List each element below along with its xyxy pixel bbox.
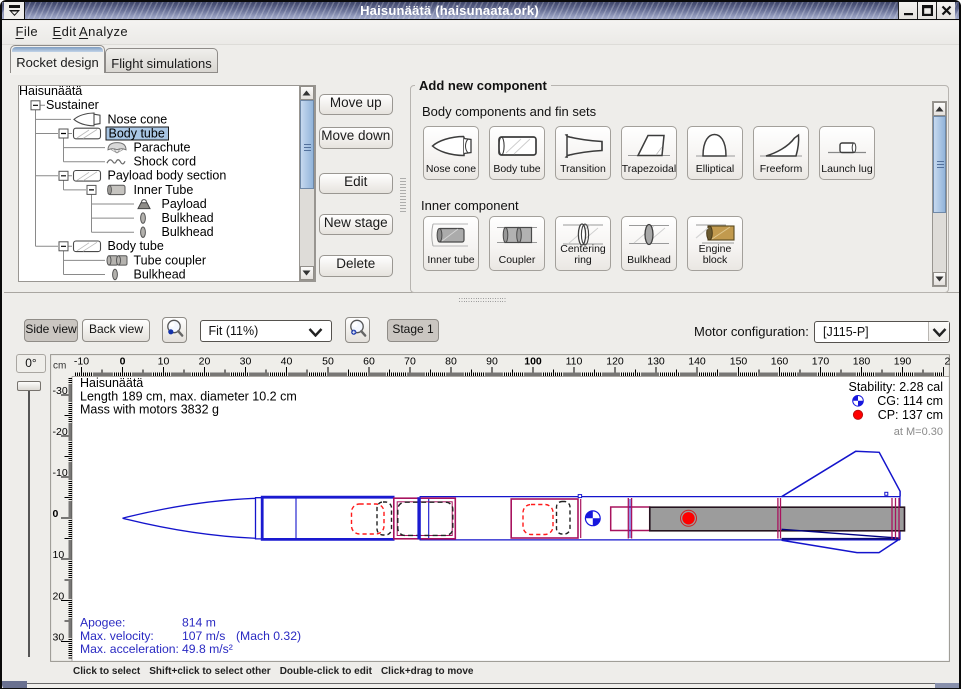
svg-text:Parachute: Parachute xyxy=(134,141,191,155)
svg-text:160: 160 xyxy=(771,356,789,368)
svg-text:814 m: 814 m xyxy=(182,616,216,630)
svg-text:2: 2 xyxy=(945,356,951,368)
svg-text:100: 100 xyxy=(524,356,542,368)
svg-text:Payload: Payload xyxy=(162,197,207,211)
svg-text:120: 120 xyxy=(606,356,624,368)
svg-text:170: 170 xyxy=(812,356,830,368)
svg-text:Bulkhead: Bulkhead xyxy=(162,211,214,225)
svg-text:10: 10 xyxy=(158,356,170,368)
svg-text:Shock cord: Shock cord xyxy=(134,155,197,169)
svg-text:150: 150 xyxy=(730,356,748,368)
svg-text:40: 40 xyxy=(281,356,293,368)
svg-text:Max. acceleration:: Max. acceleration: xyxy=(80,642,179,656)
svg-text:10: 10 xyxy=(53,549,65,561)
svg-text:(Mach 0.32): (Mach 0.32) xyxy=(236,629,301,643)
svg-text:107 m/s: 107 m/s xyxy=(182,629,225,643)
svg-text:CG: 114 cm: CG: 114 cm xyxy=(877,394,943,408)
svg-text:Length 189 cm, max. diameter 1: Length 189 cm, max. diameter 10.2 cm xyxy=(80,389,297,403)
svg-text:30: 30 xyxy=(53,632,65,644)
svg-text:20: 20 xyxy=(199,356,211,368)
svg-text:140: 140 xyxy=(688,356,706,368)
svg-text:Body tube: Body tube xyxy=(108,239,164,253)
svg-text:Nose cone: Nose cone xyxy=(108,112,168,126)
svg-text:70: 70 xyxy=(404,356,416,368)
svg-text:90: 90 xyxy=(486,356,498,368)
svg-text:49.8 m/s²: 49.8 m/s² xyxy=(182,642,233,656)
svg-text:130: 130 xyxy=(647,356,665,368)
svg-text:30: 30 xyxy=(240,356,252,368)
svg-text:80: 80 xyxy=(445,356,457,368)
svg-text:50: 50 xyxy=(322,356,334,368)
svg-text:110: 110 xyxy=(566,356,583,368)
svg-text:60: 60 xyxy=(363,356,375,368)
svg-text:Apogee:: Apogee: xyxy=(80,616,125,630)
svg-text:Haisunäätä: Haisunäätä xyxy=(80,376,143,390)
svg-text:0: 0 xyxy=(120,356,126,368)
svg-text:-20: -20 xyxy=(53,426,68,438)
svg-text:20: 20 xyxy=(53,591,65,603)
svg-text:Stability: 2.28 cal: Stability: 2.28 cal xyxy=(849,380,944,394)
svg-text:Max. velocity:: Max. velocity: xyxy=(80,629,154,643)
svg-text:Body tube: Body tube xyxy=(109,126,165,140)
svg-text:Bulkhead: Bulkhead xyxy=(134,267,186,281)
svg-text:Payload body section: Payload body section xyxy=(108,169,227,183)
svg-text:-10: -10 xyxy=(53,467,68,479)
svg-text:CP: 137 cm: CP: 137 cm xyxy=(878,408,943,422)
svg-text:Bulkhead: Bulkhead xyxy=(162,225,214,239)
svg-text:Mass with motors 3832 g: Mass with motors 3832 g xyxy=(80,403,219,417)
svg-text:-30: -30 xyxy=(53,385,68,397)
svg-text:Tube coupler: Tube coupler xyxy=(134,253,207,267)
svg-text:cm: cm xyxy=(53,361,66,372)
svg-text:190: 190 xyxy=(894,356,912,368)
svg-text:Haisunäätä: Haisunäätä xyxy=(19,86,82,98)
svg-text:Inner Tube: Inner Tube xyxy=(134,183,194,197)
svg-text:0: 0 xyxy=(53,508,59,520)
svg-text:-10: -10 xyxy=(74,356,89,368)
svg-text:at M=0.30: at M=0.30 xyxy=(894,426,943,438)
svg-text:180: 180 xyxy=(853,356,871,368)
svg-text:Sustainer: Sustainer xyxy=(46,98,99,112)
